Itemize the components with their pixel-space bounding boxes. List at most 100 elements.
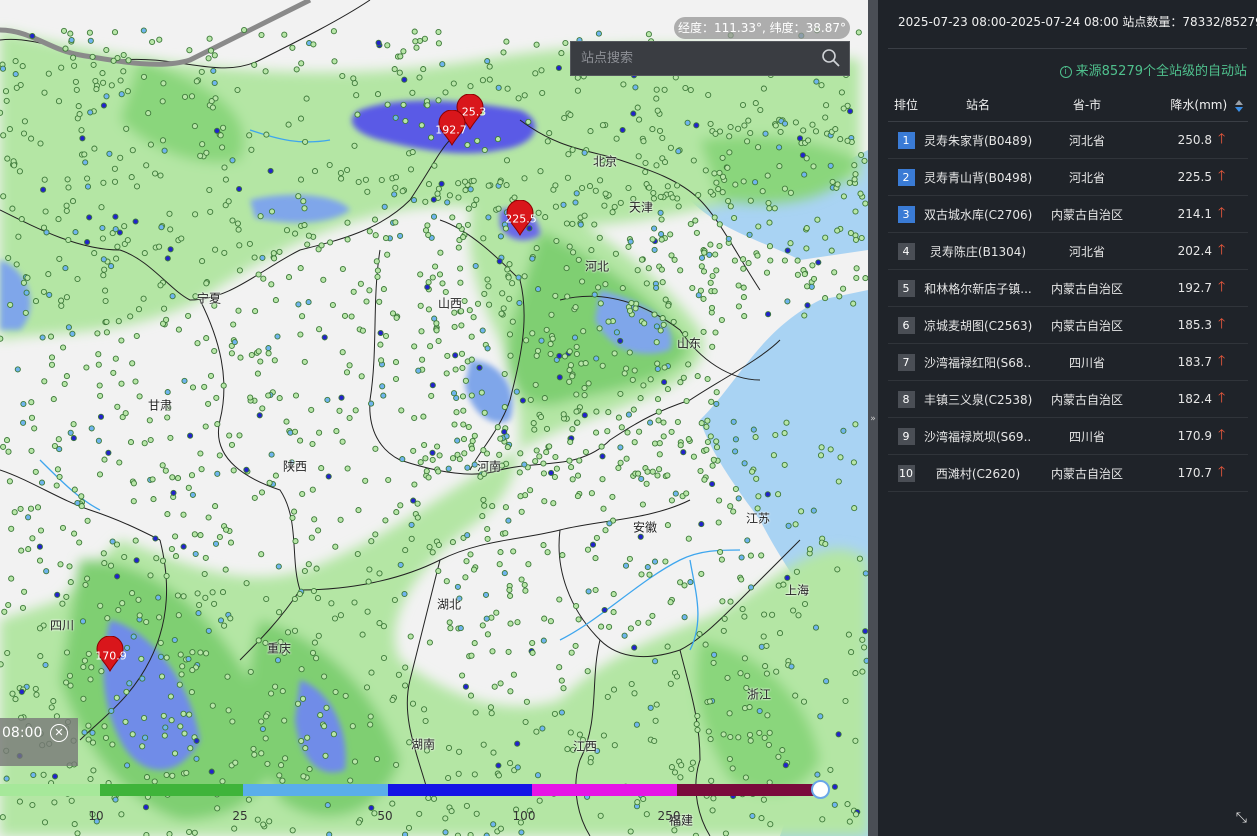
station-dot[interactable]	[207, 47, 215, 54]
station-dot[interactable]	[635, 619, 642, 626]
station-dot[interactable]	[580, 328, 587, 335]
station-dot[interactable]	[491, 683, 498, 690]
station-dot[interactable]	[428, 392, 435, 399]
station-dot[interactable]	[783, 419, 790, 426]
station-dot[interactable]	[30, 771, 37, 779]
station-dot[interactable]	[731, 214, 738, 222]
station-dot[interactable]	[630, 406, 637, 413]
station-dot[interactable]	[61, 380, 68, 388]
station-dot[interactable]	[792, 119, 799, 126]
station-dot[interactable]	[476, 364, 483, 371]
station-dot[interactable]	[451, 421, 458, 428]
station-dot[interactable]	[653, 284, 660, 291]
station-dot[interactable]	[174, 592, 181, 599]
station-dot[interactable]	[254, 370, 261, 377]
station-dot[interactable]	[570, 249, 577, 256]
station-dot[interactable]	[236, 432, 243, 439]
station-dot[interactable]	[191, 531, 198, 538]
station-dot[interactable]	[167, 226, 174, 233]
station-dot[interactable]	[353, 92, 360, 99]
station-dot[interactable]	[822, 234, 829, 241]
station-dot[interactable]	[760, 633, 767, 640]
station-dot[interactable]	[435, 28, 442, 36]
station-dot[interactable]	[625, 184, 632, 192]
station-dot[interactable]	[292, 392, 300, 399]
station-dot[interactable]	[329, 301, 336, 309]
station-dot[interactable]	[479, 622, 486, 629]
station-dot[interactable]	[500, 49, 507, 56]
station-dot[interactable]	[84, 575, 91, 582]
station-dot[interactable]	[735, 125, 742, 132]
station-dot[interactable]	[654, 365, 661, 373]
station-dot[interactable]	[707, 188, 714, 195]
station-dot[interactable]	[455, 244, 462, 251]
station-dot[interactable]	[784, 298, 791, 305]
station-dot[interactable]	[349, 723, 356, 730]
station-dot[interactable]	[561, 353, 568, 360]
station-dot[interactable]	[292, 230, 299, 237]
station-dot[interactable]	[364, 188, 371, 195]
station-dot[interactable]	[409, 149, 416, 156]
station-dot[interactable]	[653, 95, 660, 102]
station-dot[interactable]	[246, 240, 253, 247]
station-dot[interactable]	[497, 179, 504, 186]
station-dot[interactable]	[639, 501, 646, 508]
station-dot[interactable]	[516, 469, 523, 476]
station-dot[interactable]	[724, 674, 731, 681]
station-dot[interactable]	[664, 183, 671, 190]
station-dot[interactable]	[506, 586, 513, 594]
station-dot[interactable]	[224, 673, 231, 680]
station-dot[interactable]	[110, 369, 117, 376]
station-dot[interactable]	[8, 575, 15, 582]
station-dot[interactable]	[626, 555, 633, 562]
station-dot[interactable]	[400, 101, 407, 108]
station-dot[interactable]	[835, 478, 842, 485]
station-dot[interactable]	[837, 136, 844, 143]
station-dot[interactable]	[225, 707, 232, 714]
station-dot[interactable]	[202, 554, 209, 561]
station-dot[interactable]	[220, 382, 227, 389]
station-dot[interactable]	[668, 497, 675, 504]
station-dot[interactable]	[605, 409, 612, 416]
station-dot[interactable]	[276, 772, 283, 779]
station-dot[interactable]	[449, 214, 456, 221]
station-dot[interactable]	[235, 307, 242, 314]
station-dot[interactable]	[540, 470, 547, 477]
station-dot[interactable]	[462, 377, 469, 384]
station-dot[interactable]	[851, 505, 858, 512]
station-dot[interactable]	[250, 745, 257, 752]
station-dot[interactable]	[735, 282, 742, 289]
table-row[interactable]: 1 灵寿朱家背(B0489) 河北省 250.8 🡑	[888, 122, 1248, 159]
station-dot[interactable]	[597, 177, 604, 184]
station-dot[interactable]	[460, 421, 467, 428]
station-dot[interactable]	[87, 37, 94, 44]
station-dot[interactable]	[103, 329, 110, 336]
station-dot[interactable]	[468, 333, 475, 340]
station-dot[interactable]	[181, 377, 188, 384]
station-dot[interactable]	[25, 546, 32, 553]
station-dot[interactable]	[436, 271, 444, 278]
station-dot[interactable]	[442, 829, 449, 836]
station-dot[interactable]	[258, 750, 265, 757]
station-dot[interactable]	[36, 543, 43, 550]
station-dot[interactable]	[700, 295, 707, 302]
station-dot[interactable]	[268, 208, 276, 215]
station-dot[interactable]	[749, 468, 756, 475]
station-dot[interactable]	[480, 235, 487, 242]
station-dot[interactable]	[544, 549, 551, 556]
station-dot[interactable]	[794, 257, 801, 264]
station-dot[interactable]	[70, 421, 77, 428]
station-dot[interactable]	[661, 159, 669, 166]
station-dot[interactable]	[254, 816, 261, 823]
station-dot[interactable]	[364, 608, 371, 615]
station-dot[interactable]	[703, 446, 710, 453]
station-dot[interactable]	[93, 86, 100, 93]
station-dot[interactable]	[113, 694, 120, 701]
station-dot[interactable]	[493, 609, 500, 616]
station-dot[interactable]	[494, 424, 501, 431]
station-dot[interactable]	[798, 508, 805, 515]
station-dot[interactable]	[25, 514, 32, 521]
station-dot[interactable]	[268, 451, 275, 458]
station-dot[interactable]	[50, 698, 57, 705]
station-dot[interactable]	[527, 487, 534, 494]
